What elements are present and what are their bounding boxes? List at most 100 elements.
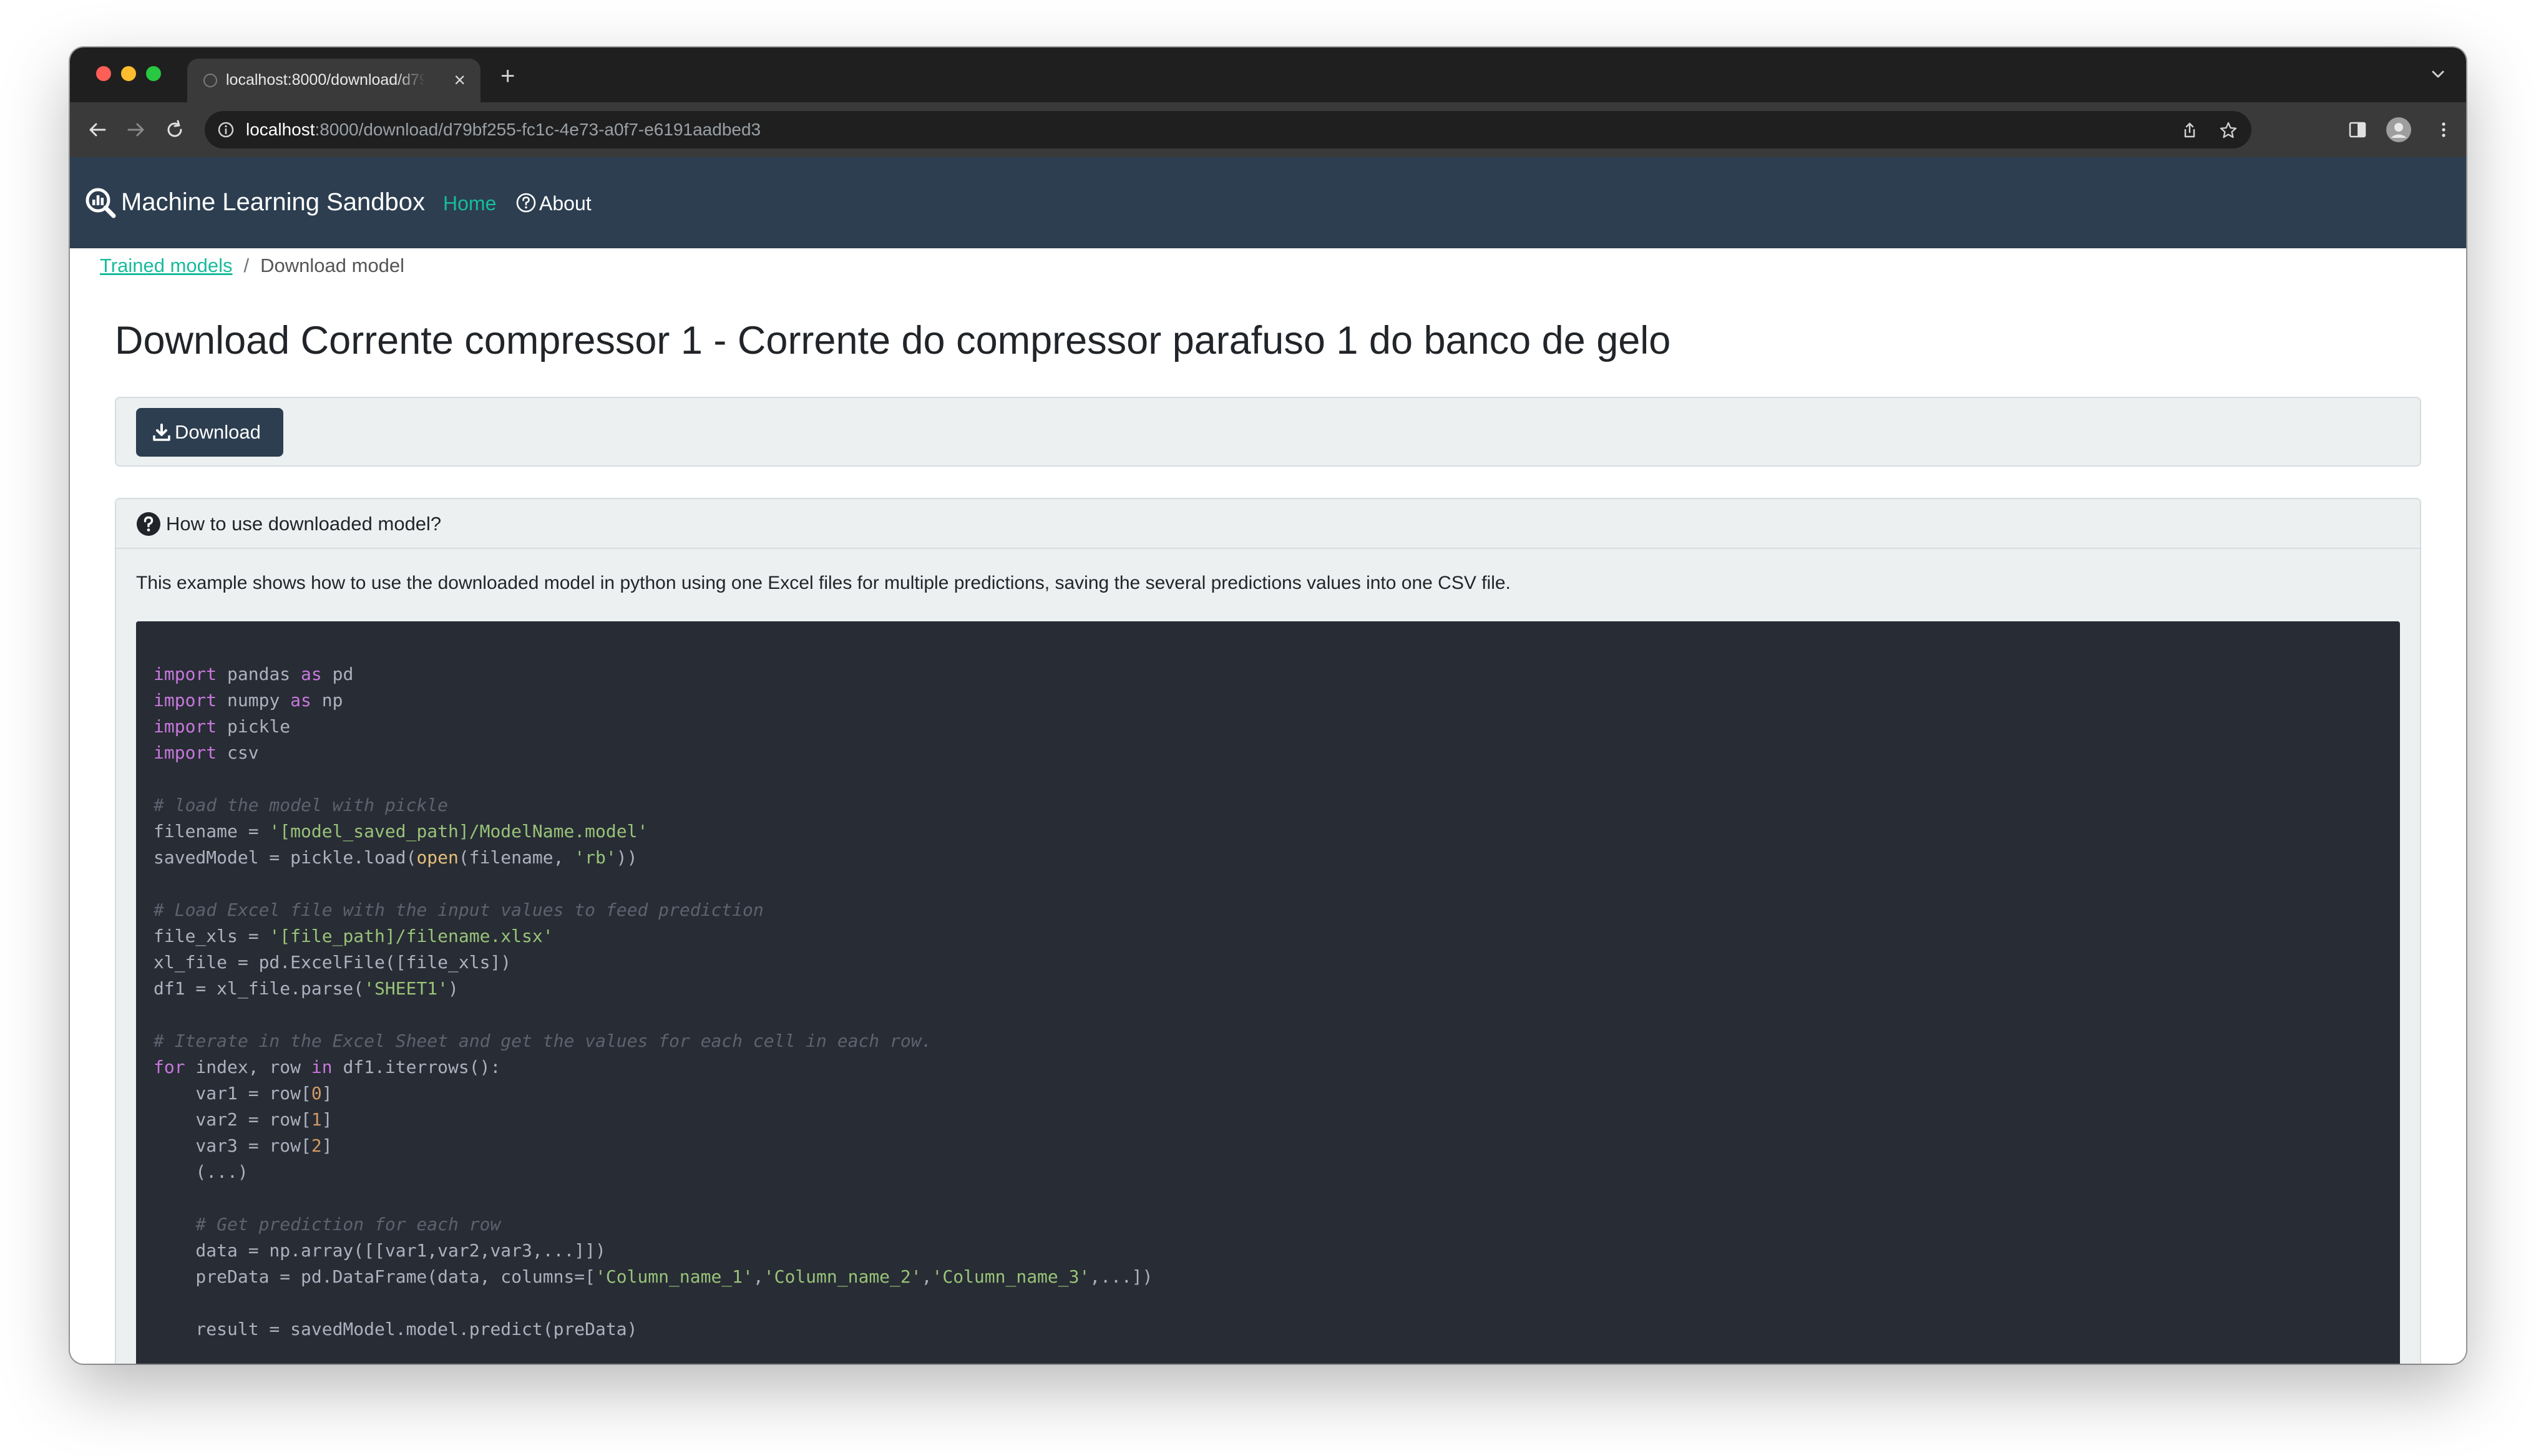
code-token: pd: [332, 664, 354, 684]
chart-magnifier-icon[interactable]: [85, 187, 116, 218]
profile-avatar-icon[interactable]: [2385, 116, 2412, 143]
download-icon: [153, 424, 170, 441]
code-token: '[model_saved_path]/ModelName.model': [269, 821, 648, 842]
code-line: df1 = xl_file.parse('SHEET1'): [154, 976, 1153, 1002]
code-token: index, row: [195, 1057, 311, 1077]
code-token: as: [290, 690, 322, 711]
code-block[interactable]: import pandas as pd import numpy as np imp…: [136, 621, 2400, 1364]
breadcrumb-trained-models-link[interactable]: Trained models: [100, 255, 233, 276]
code-token: import: [154, 742, 228, 763]
back-arrow-icon[interactable]: [86, 119, 109, 141]
code-token: for: [154, 1057, 196, 1077]
code-token: file_xls =: [154, 926, 270, 946]
tab-strip: localhost:8000/download/d79bf255-fc1c-4e…: [70, 47, 2466, 102]
code-line: import csv: [154, 740, 1153, 766]
howto-title: How to use downloaded model?: [166, 513, 442, 535]
code-token: 'Column_name_1': [595, 1266, 753, 1287]
forward-arrow-icon[interactable]: [125, 119, 147, 141]
code-token: )): [616, 847, 638, 868]
info-icon[interactable]: [217, 121, 235, 138]
download-button[interactable]: Download: [136, 408, 283, 457]
code-token: import: [154, 690, 228, 711]
brand-title[interactable]: Machine Learning Sandbox: [121, 188, 425, 216]
share-icon[interactable]: [2180, 121, 2199, 140]
app-navbar: Machine Learning Sandbox Home About: [70, 157, 2466, 248]
code-token: import: [154, 664, 228, 684]
code-token: (filename,: [458, 847, 575, 868]
reload-icon[interactable]: [163, 119, 186, 141]
code-token: # Load Excel file with the input values …: [154, 900, 764, 920]
code-token: ,: [753, 1266, 764, 1287]
new-tab-button[interactable]: +: [500, 64, 515, 89]
code-line: var3 = row[2]: [154, 1133, 1153, 1159]
code-token: var2 = row[: [154, 1109, 311, 1130]
more-menu-icon[interactable]: [2432, 119, 2455, 141]
code-token: 'rb': [574, 847, 617, 868]
code-token: ): [448, 978, 459, 999]
code-token: # Get prediction for each row: [154, 1214, 501, 1235]
tab-search-chevron-icon[interactable]: [2429, 65, 2447, 84]
code-token: in: [311, 1057, 343, 1077]
howto-description: This example shows how to use the downlo…: [136, 573, 1511, 593]
code-token: as: [301, 664, 333, 684]
code-token: 2: [311, 1135, 322, 1156]
howto-header[interactable]: How to use downloaded model?: [116, 499, 2420, 549]
download-button-label: Download: [175, 421, 261, 443]
code-token: xl_file = pd.ExcelFile([file_xls]): [154, 952, 512, 973]
code-content: import pandas as pd import numpy as np imp…: [154, 661, 1153, 1342]
page-title: Download Corrente compressor 1 - Corrent…: [115, 319, 1671, 362]
code-token: preData = pd.DataFrame(data, columns=[: [154, 1266, 596, 1287]
browser-tab[interactable]: localhost:8000/download/d79bf255-fc1c-4e…: [187, 59, 480, 102]
code-token: filename =: [154, 821, 270, 842]
code-token: np: [321, 690, 343, 711]
code-token: # load the model with pickle: [154, 795, 449, 815]
breadcrumb-current: Download model: [260, 255, 405, 276]
tab-close-button[interactable]: ×: [454, 69, 466, 91]
code-token: result = savedModel.model.predict(preDat…: [154, 1319, 638, 1339]
maximize-window-button[interactable]: [146, 66, 161, 81]
code-line: # Load Excel file with the input values …: [154, 897, 1153, 923]
code-line: (...): [154, 1159, 1153, 1185]
side-panel-icon[interactable]: [2346, 119, 2369, 141]
code-token: ,...]): [1090, 1266, 1153, 1287]
code-token: var3 = row[: [154, 1135, 311, 1156]
close-window-button[interactable]: [96, 66, 111, 81]
code-token: df1.iterrows():: [343, 1057, 501, 1077]
code-line: # Get prediction for each row: [154, 1211, 1153, 1238]
nav-home-link[interactable]: Home: [443, 192, 496, 215]
code-line: for index, row in df1.iterrows():: [154, 1054, 1153, 1080]
code-token: pandas: [227, 664, 301, 684]
code-token: ,: [921, 1266, 932, 1287]
code-line: import numpy as np: [154, 687, 1153, 714]
code-token: data = np.array([[var1,var2,var3,...]]): [154, 1240, 606, 1261]
bookmark-star-icon[interactable]: [2219, 121, 2238, 140]
code-line: savedModel = pickle.load(open(filename, …: [154, 845, 1153, 871]
breadcrumb: Trained models / Download model: [100, 255, 404, 277]
url-host: localhost: [246, 120, 315, 139]
address-bar[interactable]: localhost:8000/download/d79bf255-fc1c-4e…: [205, 111, 2251, 148]
howto-card: How to use downloaded model? This exampl…: [115, 498, 2421, 1364]
code-token: numpy: [227, 690, 291, 711]
code-line: filename = '[model_saved_path]/ModelName…: [154, 818, 1153, 845]
nav-about-link[interactable]: About: [539, 192, 592, 215]
code-line: result = savedModel.model.predict(preDat…: [154, 1316, 1153, 1342]
code-token: 1: [311, 1109, 322, 1130]
browser-toolbar: localhost:8000/download/d79bf255-fc1c-4e…: [70, 102, 2466, 157]
code-line: # Iterate in the Excel Sheet and get the…: [154, 1028, 1153, 1054]
code-token: 'Column_name_3': [932, 1266, 1090, 1287]
tab-title: localhost:8000/download/d79bf255-fc1c-4e…: [226, 71, 426, 89]
code-token: 'SHEET1': [364, 978, 449, 999]
code-token: 'Column_name_2': [763, 1266, 922, 1287]
minimize-window-button[interactable]: [121, 66, 136, 81]
code-line: file_xls = '[file_path]/filename.xlsx': [154, 923, 1153, 949]
question-circle-icon: [516, 193, 536, 213]
code-token: (...): [154, 1162, 248, 1182]
code-token: var1 = row[: [154, 1083, 311, 1104]
url-path: :8000/download/d79bf255-fc1c-4e73-a0f7-e…: [315, 120, 761, 139]
code-line: preData = pd.DataFrame(data, columns=['C…: [154, 1264, 1153, 1290]
globe-icon: [203, 74, 217, 87]
